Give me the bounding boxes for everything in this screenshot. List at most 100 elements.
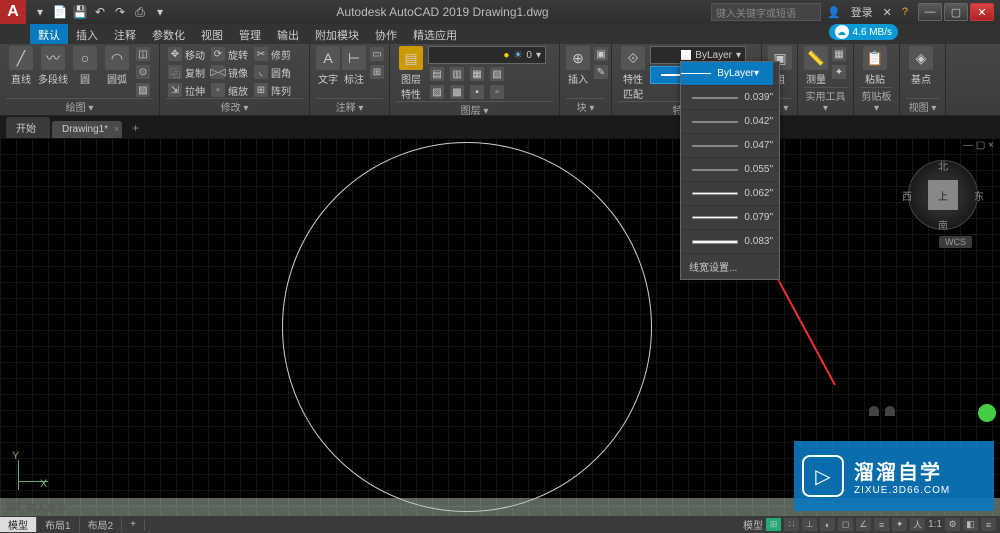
util-1[interactable]: ▦ [830, 46, 848, 62]
app-icon[interactable]: A [0, 0, 26, 24]
help-search[interactable]: 键入关键字或短语 [711, 3, 821, 21]
tab-drawing1[interactable]: Drawing1*× [52, 121, 122, 138]
tab-output[interactable]: 输出 [269, 24, 307, 44]
lw-item-0[interactable]: 0.039" [681, 86, 779, 110]
tab-collab[interactable]: 协作 [367, 24, 405, 44]
blk-2[interactable]: ✎ [592, 64, 610, 80]
layout-model[interactable]: 模型 [0, 517, 37, 532]
tab-parametric[interactable]: 参数化 [144, 24, 193, 44]
lw-item-6[interactable]: 0.083" [681, 230, 779, 254]
status-model[interactable]: 模型 [743, 517, 763, 532]
tab-view[interactable]: 视图 [193, 24, 231, 44]
lw-item-4[interactable]: 0.062" [681, 182, 779, 206]
annot-1[interactable]: ▭ [368, 46, 386, 62]
layer-b2[interactable]: ▥ [448, 66, 466, 82]
fillet-button[interactable]: ◟圆角 [252, 64, 293, 80]
ortho-icon[interactable]: ⊥ [802, 518, 817, 531]
insert-button[interactable]: ⊕插入 [566, 46, 590, 86]
layer-combo[interactable]: ●☀0▾ [428, 46, 546, 64]
qat-open-icon[interactable]: 📄 [52, 4, 68, 20]
matchprop-button[interactable]: ⟐特性 匹配 [618, 46, 648, 101]
more-icon[interactable]: ≡ [981, 518, 996, 531]
panel-annot-label[interactable]: 注释 ▾ [316, 98, 383, 115]
snap-icon[interactable]: ∷ [784, 518, 799, 531]
mirror-button[interactable]: ▷◁镜像 [209, 64, 250, 80]
qat-undo-icon[interactable]: ↶ [92, 4, 108, 20]
scale-button[interactable]: ▫缩放 [209, 82, 250, 98]
layer-b8[interactable]: ▫ [488, 84, 506, 100]
panel-layer-label[interactable]: 图层 ▾ [396, 101, 553, 118]
close-button[interactable]: ✕ [970, 3, 994, 21]
grid-toggle-icon[interactable]: ⊞ [766, 518, 781, 531]
lw-item-2[interactable]: 0.047" [681, 134, 779, 158]
lw-bylayer[interactable]: ByLayer ▾ [681, 62, 779, 86]
tab-featured[interactable]: 精选应用 [405, 24, 465, 44]
line-button[interactable]: ╱直线 [6, 46, 36, 86]
scale-label[interactable]: 1:1 [928, 519, 942, 530]
lw-item-3[interactable]: 0.055" [681, 158, 779, 182]
layer-b1[interactable]: ▤ [428, 66, 446, 82]
move-button[interactable]: ✥移动 [166, 46, 207, 62]
minimize-button[interactable]: — [918, 3, 942, 21]
paste-button[interactable]: 📋粘贴 [860, 46, 890, 86]
viewcube[interactable]: 上 北 南 西 东 [908, 160, 978, 230]
stretch-button[interactable]: ⇲拉伸 [166, 82, 207, 98]
osnap-icon[interactable]: ◻ [838, 518, 853, 531]
qat-redo-icon[interactable]: ↷ [112, 4, 128, 20]
panel-draw-label[interactable]: 绘图 ▾ [6, 98, 153, 115]
dim-button[interactable]: ⊢标注 [342, 46, 366, 86]
new-tab-button[interactable]: + [124, 118, 147, 138]
tab-addins[interactable]: 附加模块 [307, 24, 367, 44]
annot-2[interactable]: ⊞ [368, 64, 386, 80]
iso-icon[interactable]: ◧ [963, 518, 978, 531]
tab-default[interactable]: 默认 [30, 24, 68, 44]
rotate-button[interactable]: ⟳旋转 [209, 46, 250, 62]
circle-entity[interactable] [282, 142, 652, 512]
layout-add[interactable]: + [122, 519, 145, 530]
layerprop-button[interactable]: ▤图层 特性 [396, 46, 426, 101]
polyline-button[interactable]: 〰多段线 [38, 46, 68, 86]
util-2[interactable]: ✦ [830, 64, 848, 80]
login-label[interactable]: 登录 [851, 4, 873, 20]
draw-more-3[interactable]: ▨ [134, 82, 152, 98]
tab-annotate[interactable]: 注释 [106, 24, 144, 44]
polar-icon[interactable]: ◐ [820, 518, 835, 531]
draw-more-1[interactable]: ◫ [134, 46, 152, 62]
panel-clip-label[interactable]: 剪贴板 ▾ [860, 87, 893, 115]
draw-more-2[interactable]: ⊙ [134, 64, 152, 80]
layer-b4[interactable]: ▧ [488, 66, 506, 82]
lw-item-1[interactable]: 0.042" [681, 110, 779, 134]
array-button[interactable]: ⊞阵列 [252, 82, 293, 98]
qat-print-icon[interactable]: ⎙ [132, 4, 148, 20]
anno-icon[interactable]: ✦ [892, 518, 907, 531]
blk-1[interactable]: ▣ [592, 46, 610, 62]
tab-insert[interactable]: 插入 [68, 24, 106, 44]
user-icon[interactable]: 👤 [827, 6, 841, 19]
exchange-icon[interactable]: ✕ [883, 6, 892, 19]
panel-view-label[interactable]: 视图 ▾ [906, 98, 939, 115]
layer-b5[interactable]: ▨ [428, 84, 446, 100]
lweight-icon[interactable]: ≡ [874, 518, 889, 531]
anno2-icon[interactable]: 人 [910, 518, 925, 531]
arc-button[interactable]: ◠圆弧 [102, 46, 132, 86]
layout-2[interactable]: 布局2 [80, 517, 123, 532]
qat-more-icon[interactable]: ▾ [152, 4, 168, 20]
qat-new-icon[interactable]: ▾ [32, 4, 48, 20]
tab-start[interactable]: 开始 [6, 117, 50, 138]
lw-settings[interactable]: 线宽设置... [681, 254, 779, 279]
viewport-controls[interactable]: — ▢ × [963, 140, 994, 151]
text-button[interactable]: A文字 [316, 46, 340, 86]
layout-1[interactable]: 布局1 [37, 517, 80, 532]
help-icon[interactable]: ? [902, 6, 908, 18]
copy-button[interactable]: ⿻复制 [166, 64, 207, 80]
otrack-icon[interactable]: ∠ [856, 518, 871, 531]
basepoint-button[interactable]: ◈基点 [906, 46, 936, 86]
panel-modify-label[interactable]: 修改 ▾ [166, 98, 303, 115]
trim-button[interactable]: ✂修剪 [252, 46, 293, 62]
gear-icon[interactable]: ⚙ [945, 518, 960, 531]
layer-b3[interactable]: ▦ [468, 66, 486, 82]
qat-save-icon[interactable]: 💾 [72, 4, 88, 20]
lw-item-5[interactable]: 0.079" [681, 206, 779, 230]
maximize-button[interactable]: ▢ [944, 3, 968, 21]
panel-block-label[interactable]: 块 ▾ [566, 98, 605, 115]
